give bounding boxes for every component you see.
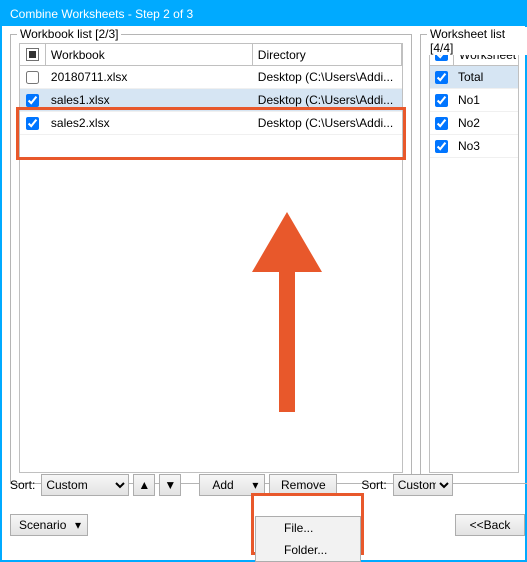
row-checkbox[interactable] [435,140,448,153]
worksheet-list-group: Worksheet list [4/4] Worksheet Total No1 [420,34,527,484]
sort-dropdown[interactable]: Custom [41,474,129,496]
row-checkbox[interactable] [26,71,39,84]
worksheet-name-cell: No1 [453,89,518,112]
table-row[interactable]: 20180711.xlsx Desktop (C:\Users\Addi... [20,66,402,89]
workbook-grid: Workbook Directory 20180711.xlsx Desktop… [19,43,403,473]
worksheet-name-cell: Total [453,66,518,89]
window-title: Combine Worksheets - Step 2 of 3 [10,7,193,21]
workbook-dir-cell: Desktop (C:\Users\Addi... [253,89,402,112]
directory-column-header[interactable]: Directory [253,44,402,66]
add-button-label: Add [212,478,233,492]
worksheet-list-label: Worksheet list [4/4] [427,27,527,55]
remove-button[interactable]: Remove [269,474,337,496]
workbook-name-cell: 20180711.xlsx [46,66,253,89]
workbook-name-cell: sales2.xlsx [46,112,253,135]
workbook-grid-header: Workbook Directory [20,44,402,66]
workbook-header-checkbox-cell[interactable] [20,44,46,66]
sort-down-button[interactable]: ▼ [159,474,181,496]
sort-label: Sort: [10,478,37,492]
workbook-list-group: Workbook list [2/3] Workbook Directory 2… [10,34,412,484]
sort-up-button[interactable]: ▲ [133,474,155,496]
bottom-toolbar-2: Scenario ▾ <<Back [10,510,525,540]
worksheet-name-cell: No3 [453,135,518,158]
bottom-toolbar: Sort: Custom ▲ ▼ Add ▾ Remove Sort: Cust… [10,470,525,500]
sort-label-right: Sort: [361,478,388,492]
table-row[interactable]: No1 [430,89,518,112]
sort-dropdown-right[interactable]: Custom [393,474,453,496]
back-button[interactable]: <<Back [455,514,525,536]
chevron-down-icon: ▾ [252,478,258,492]
workbook-select-all-checkbox[interactable] [26,48,39,61]
row-checkbox[interactable] [435,71,448,84]
table-row[interactable]: No2 [430,112,518,135]
add-button[interactable]: Add ▾ [199,474,265,496]
workbook-dir-cell: Desktop (C:\Users\Addi... [253,112,402,135]
worksheet-grid: Worksheet Total No1 No2 No3 [429,43,519,473]
row-checkbox[interactable] [26,94,39,107]
table-row[interactable]: sales1.xlsx Desktop (C:\Users\Addi... [20,89,402,112]
worksheet-grid-body: Total No1 No2 No3 [430,66,518,158]
chevron-down-icon: ▾ [75,518,81,532]
workbook-grid-body: 20180711.xlsx Desktop (C:\Users\Addi... … [20,66,402,135]
workbook-list-label: Workbook list [2/3] [17,27,121,41]
row-checkbox[interactable] [435,117,448,130]
row-checkbox[interactable] [435,94,448,107]
window-titlebar: Combine Worksheets - Step 2 of 3 [2,2,525,26]
scenario-button[interactable]: Scenario ▾ [10,514,88,536]
row-checkbox[interactable] [26,117,39,130]
workbook-name-cell: sales1.xlsx [46,89,253,112]
workbook-dir-cell: Desktop (C:\Users\Addi... [253,66,402,89]
table-row[interactable]: Total [430,66,518,89]
add-menu-folder[interactable]: Folder... [256,539,360,561]
worksheet-name-cell: No2 [453,112,518,135]
workbook-column-header[interactable]: Workbook [46,44,253,66]
table-row[interactable]: sales2.xlsx Desktop (C:\Users\Addi... [20,112,402,135]
table-row[interactable]: No3 [430,135,518,158]
